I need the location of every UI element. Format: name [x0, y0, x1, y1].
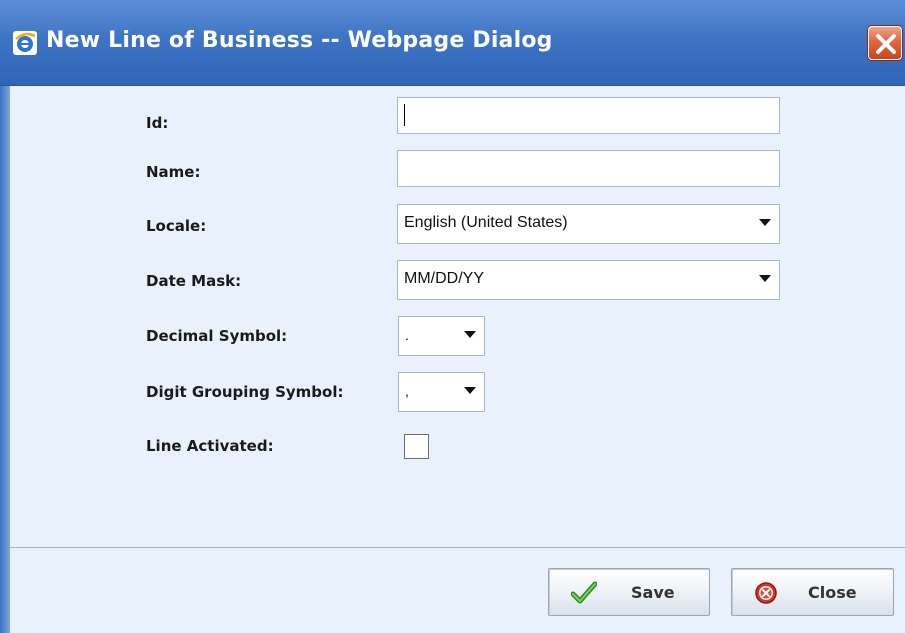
locale-value: English (United States) [404, 214, 568, 231]
id-label: Id: [146, 114, 169, 132]
dialog-titlebar: New Line of Business -- Webpage Dialog [0, 0, 905, 86]
ie-icon [12, 30, 38, 56]
save-button[interactable]: Save [548, 568, 710, 616]
text-caret [404, 104, 405, 126]
close-circle-icon [754, 581, 778, 610]
save-button-label: Save [631, 583, 675, 602]
name-input[interactable] [397, 150, 780, 187]
digit-grouping-symbol-label: Digit Grouping Symbol: [146, 383, 344, 401]
digit-grouping-symbol-select[interactable]: , [398, 372, 485, 412]
chevron-down-icon [464, 387, 476, 394]
date-mask-value: MM/DD/YY [404, 270, 484, 287]
locale-label: Locale: [146, 217, 207, 235]
chevron-down-icon [464, 331, 476, 338]
name-label: Name: [146, 163, 201, 181]
close-button[interactable]: Close [731, 568, 894, 616]
digit-grouping-symbol-value: , [405, 383, 409, 399]
dialog-title: New Line of Business -- Webpage Dialog [46, 28, 553, 53]
close-button-label: Close [808, 583, 857, 602]
date-mask-label: Date Mask: [146, 272, 242, 290]
dialog-frame-left [0, 86, 10, 633]
decimal-symbol-label: Decimal Symbol: [146, 327, 288, 345]
line-activated-checkbox[interactable] [404, 434, 429, 459]
line-activated-label: Line Activated: [146, 437, 274, 455]
chevron-down-icon [759, 219, 771, 226]
chevron-down-icon [759, 275, 771, 282]
decimal-symbol-value: . [405, 327, 409, 343]
id-input[interactable] [397, 97, 780, 134]
decimal-symbol-select[interactable]: . [398, 316, 485, 356]
date-mask-select[interactable]: MM/DD/YY [397, 260, 780, 300]
close-x-icon [876, 34, 896, 54]
checkmark-icon [570, 581, 598, 610]
locale-select[interactable]: English (United States) [397, 204, 780, 244]
window-close-button[interactable] [868, 26, 902, 60]
